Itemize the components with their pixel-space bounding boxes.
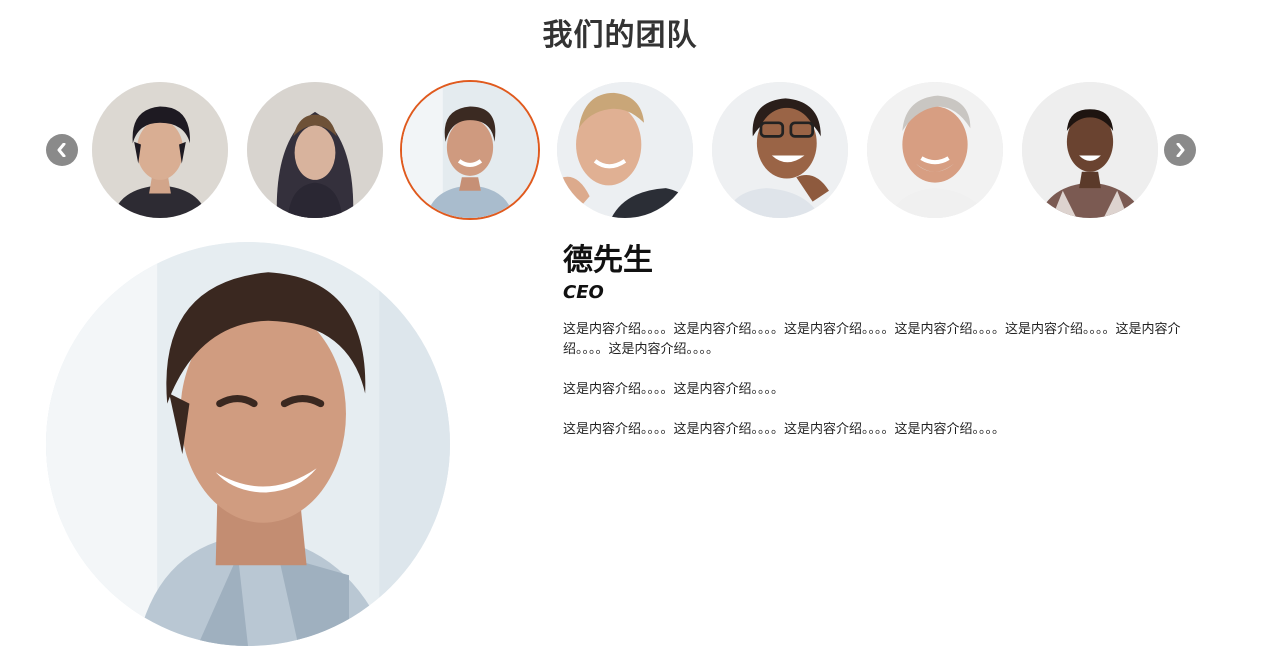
team-member-thumb-5[interactable] <box>712 82 848 218</box>
avatar-photo <box>247 82 383 218</box>
portrait-photo <box>46 242 450 646</box>
member-description-paragraph: 这是内容介绍。。。。这是内容介绍。。。。这是内容介绍。。。。这是内容介绍。。。。 <box>563 422 1006 437</box>
team-member-thumb-2[interactable] <box>247 82 383 218</box>
chevron-right-icon <box>1176 143 1185 157</box>
avatar-photo <box>1022 82 1158 218</box>
team-member-thumb-3[interactable] <box>400 80 540 220</box>
member-role: CEO <box>563 282 604 303</box>
member-name: 德先生 <box>563 243 653 278</box>
team-member-thumb-7[interactable] <box>1022 82 1158 218</box>
chevron-left-icon <box>57 143 66 157</box>
member-description-paragraph: 这是内容介绍。。。。这是内容介绍。。。。 <box>563 382 785 397</box>
carousel-prev-button[interactable] <box>46 134 78 166</box>
avatar-photo <box>712 82 848 218</box>
member-info: 德先生 CEO 这是内容介绍。。。。这是内容介绍。。。。这是内容介绍。。。。这是… <box>563 242 1203 460</box>
team-member-thumb-1[interactable] <box>92 82 228 218</box>
avatar-photo <box>92 82 228 218</box>
team-member-thumb-6[interactable] <box>867 82 1003 218</box>
section-title: 我们的团队 <box>542 18 698 53</box>
team-carousel <box>46 80 1196 220</box>
carousel-next-button[interactable] <box>1164 134 1196 166</box>
avatar-photo <box>867 82 1003 218</box>
avatar-photo <box>557 82 693 218</box>
member-portrait <box>46 242 450 646</box>
team-section: 我们的团队 德先生 CEO 这是内容介绍。。。。这是内容介绍。。。。这是内容介绍… <box>0 0 1283 660</box>
member-description-paragraph: 这是内容介绍。。。。这是内容介绍。。。。这是内容介绍。。。。这是内容介绍。。。。… <box>563 322 1181 357</box>
avatar-photo <box>402 82 538 218</box>
team-member-thumb-4[interactable] <box>557 82 693 218</box>
